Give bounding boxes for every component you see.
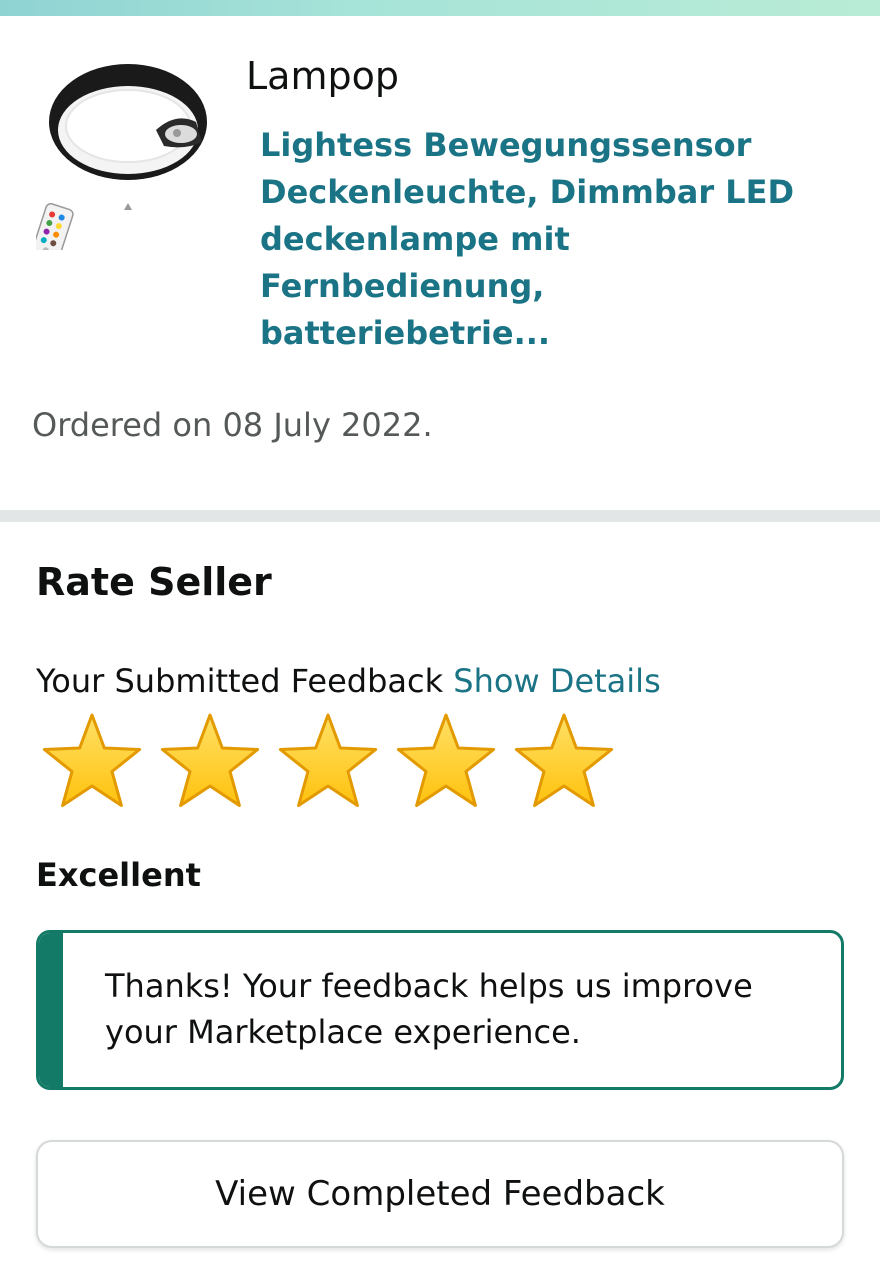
submitted-feedback-label: Your Submitted Feedback [36,662,444,700]
alert-message: Thanks! Your feedback helps us improve y… [105,967,753,1051]
seller-name: Lampop [246,54,399,98]
view-completed-feedback-button[interactable]: View Completed Feedback [36,1140,844,1248]
star-4-icon[interactable] [394,710,498,814]
alert-accent-bar [39,933,63,1087]
ceiling-lamp-icon [31,64,207,262]
product-title-link[interactable]: Lightess Bewegungssensor Deckenleuchte, … [260,122,820,357]
show-details-link[interactable]: Show Details [453,662,660,700]
star-1-icon[interactable] [40,710,144,814]
submitted-feedback-line: Your Submitted Feedback Show Details [36,662,661,700]
star-5-icon[interactable] [512,710,616,814]
order-product-section: Lampop Lightess Bewegungssensor Deckenle… [0,16,880,510]
star-2-icon[interactable] [158,710,262,814]
rating-label: Excellent [36,856,201,894]
section-divider [0,510,880,522]
section-title: Rate Seller [36,560,272,604]
rate-seller-section: Rate Seller Your Submitted Feedback Show… [0,522,880,1280]
feedback-success-alert: Thanks! Your feedback helps us improve y… [36,930,844,1090]
top-accent-bar [0,0,880,16]
star-rating[interactable] [40,710,616,814]
star-3-icon[interactable] [276,710,380,814]
order-date: Ordered on 08 July 2022. [32,406,433,444]
product-image[interactable] [31,60,216,262]
